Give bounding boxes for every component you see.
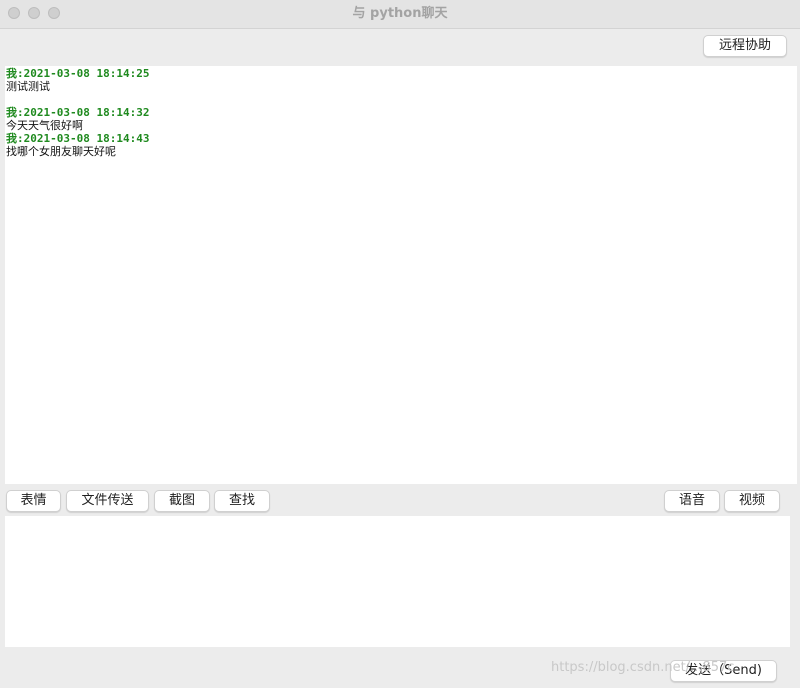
emoji-button[interactable]: 表情 (6, 490, 61, 512)
screenshot-button[interactable]: 截图 (154, 490, 210, 512)
window-title: 与 python聊天 (352, 6, 448, 21)
message-body: 测试测试 (6, 80, 50, 93)
watermark-text: https://blog.csdn.net/...857c (551, 660, 735, 675)
message-header: 我:2021-03-08 18:14:32 (6, 106, 150, 119)
file-transfer-button[interactable]: 文件传送 (66, 490, 149, 512)
title-bar: 与 python聊天 (0, 0, 800, 29)
remote-assist-button[interactable]: 远程协助 (703, 35, 787, 57)
voice-button[interactable]: 语音 (664, 490, 720, 512)
chat-message: 我:2021-03-08 18:14:43 找哪个女朋友聊天好呢 (6, 132, 149, 158)
message-header: 我:2021-03-08 18:14:25 (6, 67, 150, 80)
search-button[interactable]: 查找 (214, 490, 270, 512)
message-body: 今天天气很好啊 (6, 119, 83, 132)
chat-window: 与 python聊天 远程协助 我:2021-03-08 18:14:25 测试… (0, 0, 800, 688)
chat-history[interactable]: 我:2021-03-08 18:14:25 测试测试 我:2021-03-08 … (5, 66, 797, 484)
video-button[interactable]: 视频 (724, 490, 780, 512)
chat-message: 我:2021-03-08 18:14:32 今天天气很好啊 (6, 106, 149, 132)
message-header: 我:2021-03-08 18:14:43 (6, 132, 150, 145)
chat-message: 我:2021-03-08 18:14:25 测试测试 (6, 67, 149, 93)
message-input[interactable] (5, 516, 790, 647)
message-body: 找哪个女朋友聊天好呢 (6, 145, 116, 158)
